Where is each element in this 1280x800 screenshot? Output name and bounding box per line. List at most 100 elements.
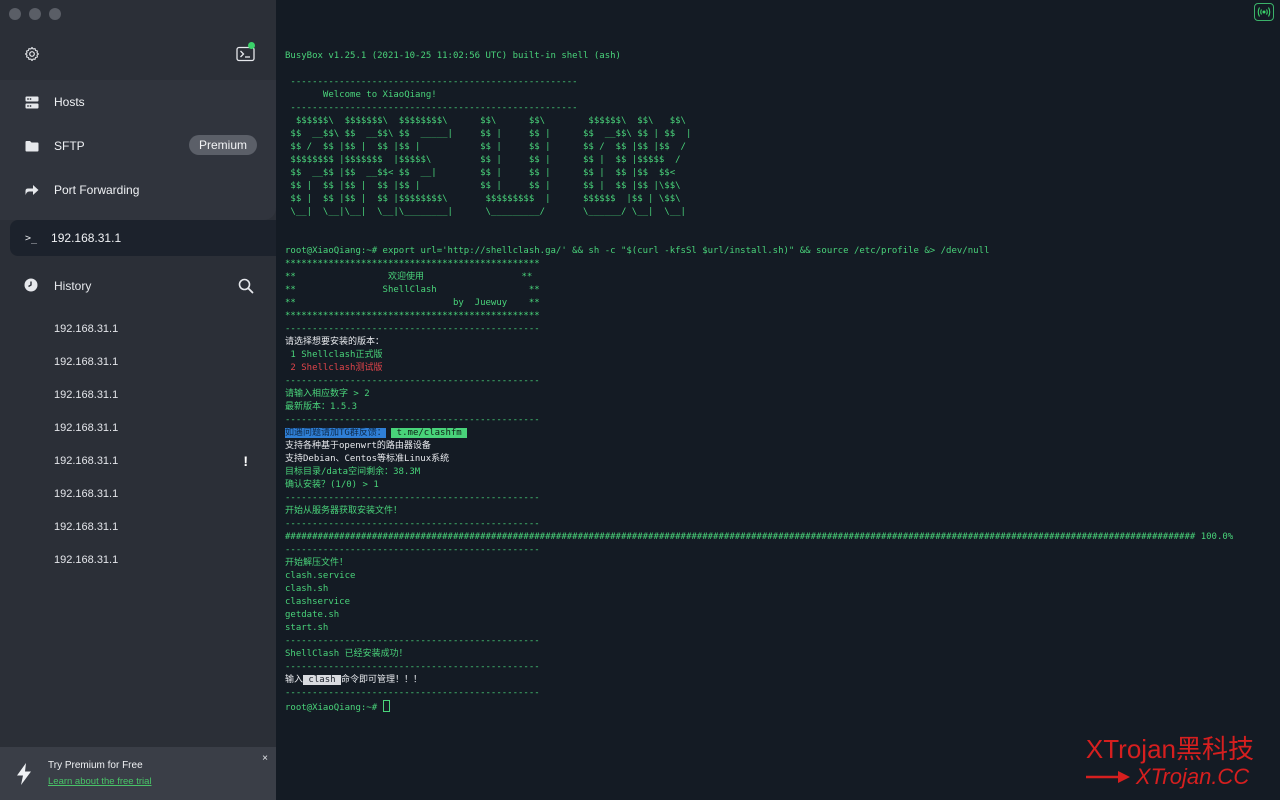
terminal-text-segment: start.sh xyxy=(285,623,329,633)
gear-icon[interactable] xyxy=(24,46,40,62)
history-item-label: 192.168.31.1 xyxy=(54,553,119,566)
minimize-window-button[interactable] xyxy=(29,8,41,20)
terminal-line: 开始从服务器获取安装文件！ xyxy=(285,505,1233,518)
history-item[interactable]: 192.168.31.1 xyxy=(0,411,276,444)
history-item[interactable]: 192.168.31.1! xyxy=(0,444,276,477)
sidebar-item-port-forwarding[interactable]: Port Forwarding xyxy=(0,168,276,212)
terminal-line: ----------------------------------------… xyxy=(285,323,1233,336)
sidebar: Hosts SFTP Premium Port Forwarding >_ 19… xyxy=(0,0,276,800)
terminal-line: Welcome to XiaoQiang! xyxy=(285,89,1233,102)
terminal-line: ----------------------------------------… xyxy=(285,661,1233,674)
terminal-line: ----------------------------------------… xyxy=(285,76,1233,89)
terminal-cursor xyxy=(382,700,390,712)
terminal-text-segment: 开始解压文件！ xyxy=(285,558,349,568)
terminal-line: 开始解压文件！ xyxy=(285,557,1233,570)
terminal-text-segment: 目标目录/data空间剩余：38.3M xyxy=(285,467,421,477)
promo-title: Try Premium for Free xyxy=(48,760,143,771)
history-item[interactable]: 192.168.31.1 xyxy=(0,345,276,378)
terminal-text-segment: ** ShellClash ** xyxy=(285,285,540,295)
active-session-tab[interactable]: >_ 192.168.31.1 xyxy=(10,220,276,256)
watermark-url-row: XTrojan.CC xyxy=(1085,764,1254,790)
history-item[interactable]: 192.168.31.1 xyxy=(0,312,276,345)
broadcast-icon[interactable] xyxy=(1254,3,1274,21)
terminal-line: 输入 clash 命令即可管理！！！ xyxy=(285,674,1233,687)
close-window-button[interactable] xyxy=(9,8,21,20)
terminal-text-segment: getdate.sh xyxy=(285,610,340,620)
terminal-line: ----------------------------------------… xyxy=(285,518,1233,531)
terminal-text-segment: ----------------------------------------… xyxy=(285,103,578,113)
sidebar-item-label: Hosts xyxy=(54,95,85,109)
terminal-text-segment: ----------------------------------------… xyxy=(285,545,540,555)
terminal-line: ----------------------------------------… xyxy=(285,544,1233,557)
sidebar-item-hosts[interactable]: Hosts xyxy=(0,80,276,124)
terminal-text-segment: clash.sh xyxy=(285,584,329,594)
terminal-text-segment: 请输入相应数字 > 2 xyxy=(285,389,370,399)
terminal-text-segment: t.me/clashfm xyxy=(391,428,468,438)
terminal-line: clash.sh xyxy=(285,583,1233,596)
terminal-text-segment: clashservice xyxy=(285,597,351,607)
zoom-window-button[interactable] xyxy=(49,8,61,20)
history-item[interactable]: 192.168.31.1 xyxy=(0,378,276,411)
sidebar-nav: Hosts SFTP Premium Port Forwarding xyxy=(0,80,276,220)
terminal-text-segment: ----------------------------------------… xyxy=(285,493,540,503)
window-controls xyxy=(9,8,61,20)
terminal-line: clash.service xyxy=(285,570,1233,583)
sidebar-item-label: SFTP xyxy=(54,139,85,153)
terminal-icon[interactable] xyxy=(236,42,256,62)
watermark: XTrojan黑科技 XTrojan.CC xyxy=(1085,734,1254,790)
terminal-text-segment: 请选择想要安装的版本： xyxy=(285,337,385,347)
sidebar-item-sftp[interactable]: SFTP Premium xyxy=(0,124,276,168)
terminal-text-segment: clash xyxy=(303,675,341,685)
history-item[interactable]: 192.168.31.1 xyxy=(0,477,276,510)
terminal-line: ----------------------------------------… xyxy=(285,102,1233,115)
terminal-text-segment: ** 欢迎使用 ** xyxy=(285,272,533,282)
terminal-line: BusyBox v1.25.1 (2021-10-25 11:02:56 UTC… xyxy=(285,50,1233,63)
terminal-line: 1 Shellclash正式版 xyxy=(285,349,1233,362)
terminal-text-segment: ----------------------------------------… xyxy=(285,415,540,425)
terminal-text-segment: \__| \__|\__| \__|\________| \_________/… xyxy=(285,207,686,217)
terminal-line: ShellClash 已经安装成功！ xyxy=(285,648,1233,661)
terminal-line: $$ __$$\ $$ __$$\ $$ _____| $$ | $$ | $$… xyxy=(285,128,1233,141)
history-item[interactable]: 192.168.31.1 xyxy=(0,543,276,576)
terminal-line: ----------------------------------------… xyxy=(285,492,1233,505)
online-status-dot xyxy=(248,42,255,49)
clock-icon xyxy=(24,278,40,294)
watermark-title: XTrojan黑科技 xyxy=(1085,734,1254,764)
history-item-label: 192.168.31.1 xyxy=(54,421,119,434)
history-item-label: 192.168.31.1 xyxy=(54,388,119,401)
terminal-view[interactable]: BusyBox v1.25.1 (2021-10-25 11:02:56 UTC… xyxy=(276,0,1280,800)
terminal-text-segment: ########################################… xyxy=(285,532,1234,542)
terminal-line: ----------------------------------------… xyxy=(285,635,1233,648)
terminal-line: 确认安装？(1/0) > 1 xyxy=(285,479,1233,492)
premium-promo: Try Premium for Free Learn about the fre… xyxy=(0,747,276,800)
terminal-text-segment: ----------------------------------------… xyxy=(285,688,540,698)
terminal-line: 最新版本：1.5.3 xyxy=(285,401,1233,414)
terminal-text-segment: 1 Shellclash正式版 xyxy=(285,350,383,360)
terminal-line: ----------------------------------------… xyxy=(285,375,1233,388)
terminal-text-segment: $$ | $$ |$$ | $$ |$$$$$$$$\ $$$$$$$$$ | … xyxy=(285,194,681,204)
terminal-text-segment: 如遇问题请加TG群反馈： xyxy=(285,428,386,438)
free-trial-link[interactable]: Learn about the free trial xyxy=(48,776,152,787)
terminal-output: BusyBox v1.25.1 (2021-10-25 11:02:56 UTC… xyxy=(285,50,1233,713)
terminal-text-segment: 输入 xyxy=(285,675,304,685)
terminal-text-segment: $$ __$$\ $$ __$$\ $$ _____| $$ | $$ | $$… xyxy=(285,129,692,139)
terminal-line: $$$$$$$$ |$$$$$$$ |$$$$$\ $$ | $$ | $$ |… xyxy=(285,154,1233,167)
search-icon[interactable] xyxy=(238,278,254,294)
terminal-text-segment: 支持Debian、Centos等标准Linux系统 xyxy=(285,454,450,464)
close-icon[interactable]: × xyxy=(262,753,268,764)
terminal-text-segment: ----------------------------------------… xyxy=(285,662,540,672)
sidebar-item-label: Port Forwarding xyxy=(54,183,140,197)
history-header: History xyxy=(0,272,276,300)
terminal-text-segment: ****************************************… xyxy=(285,311,540,321)
history-item-label: 192.168.31.1 xyxy=(54,520,119,533)
terminal-line: 2 Shellclash测试版 xyxy=(285,362,1233,375)
hosts-icon xyxy=(24,94,40,110)
history-item[interactable]: 192.168.31.1 xyxy=(0,510,276,543)
premium-badge[interactable]: Premium xyxy=(188,135,257,155)
terminal-line: start.sh xyxy=(285,622,1233,635)
terminal-text-segment: Welcome to XiaoQiang! xyxy=(285,90,437,100)
lightning-icon xyxy=(17,763,31,785)
terminal-text-segment: 命令即可管理！！！ xyxy=(340,675,422,685)
